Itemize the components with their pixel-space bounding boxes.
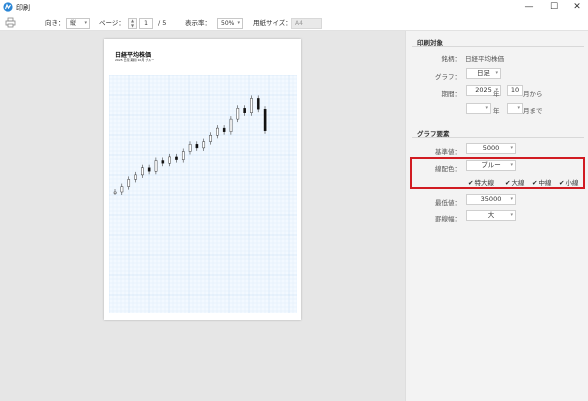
min-value-label: 最低値：: [435, 199, 461, 207]
candle-body: [120, 186, 124, 193]
zoom-label: 表示率：: [185, 19, 211, 27]
candle-body: [181, 151, 185, 160]
base-value-select[interactable]: 5000 ▾: [466, 143, 516, 154]
candle-body: [229, 118, 233, 132]
divider: [412, 137, 584, 138]
paper-size-label: 用紙サイズ：: [253, 19, 292, 27]
candle-body: [222, 127, 226, 132]
candle-body: [113, 191, 117, 194]
zoom-select[interactable]: 50% ▾: [217, 18, 243, 29]
candle-body: [250, 98, 253, 113]
graph-label: グラフ：: [435, 73, 461, 81]
symbol-label: 銘柄：: [441, 55, 462, 63]
zoom-value: 50%: [221, 20, 235, 27]
chevron-down-icon: ▾: [237, 20, 240, 26]
chevron-down-icon: ▾: [510, 212, 513, 218]
start-year-unit: 年: [493, 90, 500, 98]
graph-value: 日足: [477, 69, 490, 77]
toolbar: 向き： 縦 ▾ ページ： ▲ ▼ 1 / 5 表示率： 50% ▾ 用紙サイズ： A4: [0, 15, 588, 31]
candle-body: [202, 141, 206, 149]
min-value-select[interactable]: 35000 ▾: [466, 194, 516, 205]
minimize-button[interactable]: —: [518, 1, 540, 14]
chevron-down-icon[interactable]: ▼: [129, 23, 136, 29]
printer-icon[interactable]: [5, 17, 16, 28]
candle-body: [256, 98, 260, 110]
chart-subtitle: 2025 日足 期間 10月 ブルー: [115, 58, 155, 62]
candle-body: [134, 174, 137, 180]
symbol-value: 日経平均株価: [465, 55, 504, 63]
end-month-select[interactable]: ▾: [507, 103, 523, 114]
orientation-value: 縦: [70, 20, 77, 27]
page-label: ページ：: [99, 19, 125, 27]
chevron-down-icon: ▾: [485, 105, 488, 111]
orientation-select[interactable]: 縦 ▾: [66, 18, 90, 29]
candle-body: [263, 109, 267, 132]
print-preview-area[interactable]: 日経平均株価 2025 日足 期間 10月 ブルー: [0, 31, 405, 401]
page-input[interactable]: 1: [139, 18, 153, 29]
candle-body: [188, 144, 192, 152]
candle-body: [168, 156, 171, 164]
chevron-down-icon: ▾: [510, 196, 513, 202]
candle-body: [147, 167, 151, 172]
paper-size-value: A4: [295, 20, 303, 27]
base-value: 5000: [482, 144, 500, 152]
title-bar: 印刷 — ☐ ✕: [0, 0, 588, 15]
chevron-down-icon: ▾: [84, 20, 87, 26]
candle-body: [141, 167, 144, 176]
page-stepper[interactable]: ▲ ▼: [128, 18, 137, 29]
highlight-box: [410, 157, 585, 189]
orientation-label: 向き：: [45, 19, 65, 27]
maximize-button[interactable]: ☐: [543, 1, 565, 14]
page-total: / 5: [158, 19, 167, 27]
candle-body: [209, 135, 212, 142]
ruled-width-select[interactable]: 大 ▾: [466, 210, 516, 221]
chevron-down-icon: ▾: [510, 145, 513, 151]
candle-body: [154, 160, 158, 172]
period-label: 期間：: [441, 90, 462, 98]
candle-body: [243, 108, 246, 113]
candle-body: [195, 144, 199, 149]
end-year-unit: 年: [493, 107, 500, 115]
start-month-select[interactable]: 10: [507, 85, 523, 96]
end-year-select[interactable]: ▾: [466, 103, 491, 114]
settings-panel: 印刷対象 銘柄： 日経平均株価 グラフ： 日足 ▾ 期間： 2025 ▾ 年 10 …: [405, 31, 588, 401]
candle-body: [175, 156, 178, 160]
ruled-width-value: 大: [487, 211, 495, 219]
window-title: 印刷: [16, 4, 30, 12]
base-value-label: 基準値：: [435, 148, 461, 156]
candle-body: [127, 179, 131, 187]
min-value: 35000: [480, 195, 502, 203]
graph-select[interactable]: 日足 ▾: [466, 68, 501, 79]
paper-size-select[interactable]: A4: [291, 18, 322, 29]
divider: [412, 46, 584, 47]
start-year-value: 2025: [475, 86, 492, 94]
end-month-unit: 月まで: [523, 107, 543, 115]
chevron-down-icon: ▾: [517, 105, 520, 111]
candle-body: [236, 108, 240, 120]
start-month-unit: 月から: [523, 90, 543, 98]
candle-body: [161, 160, 165, 164]
app-logo-icon: [3, 2, 13, 12]
preview-page: 日経平均株価 2025 日足 期間 10月 ブルー: [104, 39, 301, 320]
candle-body: [216, 127, 219, 136]
chevron-down-icon: ▾: [495, 70, 498, 76]
start-month-value: 10: [510, 86, 520, 94]
page-value: 1: [144, 20, 148, 27]
ruled-width-label: 罫線幅：: [435, 215, 461, 223]
close-button[interactable]: ✕: [566, 1, 588, 14]
candlestick-chart: [109, 75, 297, 313]
